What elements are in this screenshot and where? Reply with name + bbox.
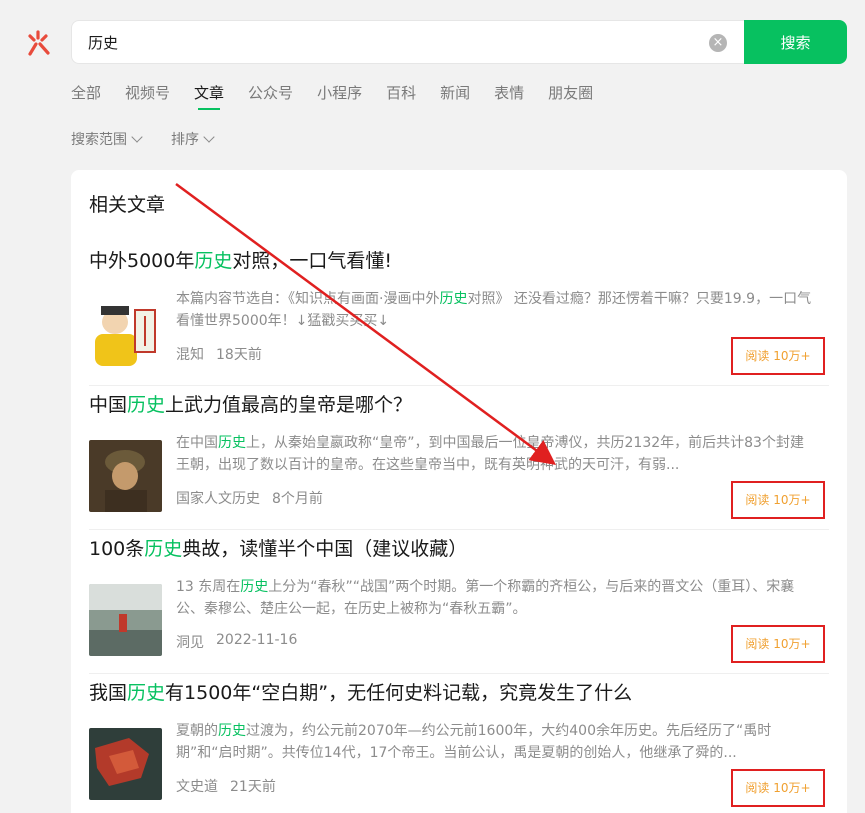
section-title: 相关文章 — [89, 194, 166, 216]
excerpt-text: 夏朝的 — [176, 723, 218, 739]
excerpt-text: 过渡为，约公元前2070年—约公元前1600年，大约400余年历史。先后经历了“… — [176, 723, 772, 761]
article-time: 8个月前 — [272, 491, 323, 507]
excerpt-text: 在中国 — [176, 435, 218, 451]
article-source[interactable]: 混知 — [176, 344, 204, 364]
excerpt-highlight: 历史 — [218, 723, 246, 739]
article-meta: 国家人文历史 8个月前 — [176, 488, 323, 508]
article-source[interactable]: 洞见 — [176, 632, 204, 652]
article-excerpt: 13 东周在历史上分为“春秋”“战国”两个时期。第一个称霸的齐桓公，与后来的晋文… — [176, 576, 816, 620]
search-button[interactable]: 搜索 — [744, 20, 847, 64]
article-meta: 洞见 2022-11-16 — [176, 632, 297, 652]
tab-mini-programs[interactable]: 小程序 — [317, 82, 362, 110]
search-range-label: 搜索范围 — [71, 132, 127, 148]
title-text: 典故，读懂半个中国（建议收藏） — [182, 538, 468, 560]
tab-moments[interactable]: 朋友圈 — [548, 82, 593, 110]
article-item[interactable]: 我国历史有1500年“空白期”，无任何史料记载，究竟发生了什么 夏朝的历史过渡为… — [89, 678, 829, 813]
tab-channels[interactable]: 视频号 — [125, 82, 170, 110]
title-highlight: 历史 — [194, 250, 233, 272]
title-text: 有1500年“空白期”，无任何史料记载，究竟发生了什么 — [165, 682, 633, 704]
read-count-badge: 阅读 10万+ — [731, 769, 825, 807]
title-text: 100条 — [89, 538, 145, 560]
title-text: 上武力值最高的皇帝是哪个？ — [165, 394, 413, 416]
tab-articles[interactable]: 文章 — [194, 82, 224, 110]
excerpt-text: 上，从秦始皇嬴政称“皇帝”，到中国最后一位皇帝溥仪，共历2132年，前后共计83… — [176, 435, 804, 473]
article-excerpt: 在中国历史上，从秦始皇嬴政称“皇帝”，到中国最后一位皇帝溥仪，共历2132年，前… — [176, 432, 816, 476]
title-text: 中国 — [89, 394, 128, 416]
sort-label: 排序 — [171, 132, 199, 148]
article-source[interactable]: 国家人文历史 — [176, 488, 260, 508]
excerpt-highlight: 历史 — [439, 291, 468, 307]
tab-all[interactable]: 全部 — [71, 82, 101, 110]
title-text: 中外5000年 — [89, 250, 195, 272]
article-thumbnail[interactable] — [89, 728, 162, 800]
article-time: 21天前 — [230, 779, 276, 795]
results-panel: 相关文章 中外5000年历史对照，一口气看懂! 本篇内容节选自：《知识点有画面·… — [71, 170, 847, 813]
title-highlight: 历史 — [127, 394, 166, 416]
title-highlight: 历史 — [144, 538, 183, 560]
article-thumbnail[interactable] — [89, 440, 162, 512]
excerpt-text: 13 东周在 — [176, 579, 241, 595]
article-excerpt: 夏朝的历史过渡为，约公元前2070年—约公元前1600年，大约400余年历史。先… — [176, 720, 816, 764]
excerpt-text: 本篇内容节选自：《知识点有画面·漫画中外 — [176, 291, 440, 307]
read-count-badge: 阅读 10万+ — [731, 481, 825, 519]
sort-dropdown[interactable]: 排序 — [171, 129, 215, 149]
article-thumbnail[interactable] — [89, 584, 162, 656]
filter-bar: 搜索范围 排序 — [71, 129, 215, 149]
article-excerpt: 本篇内容节选自：《知识点有画面·漫画中外历史对照》 还没看过瘾？那还愣着干嘛？只… — [176, 288, 816, 332]
excerpt-highlight: 历史 — [240, 579, 269, 595]
tab-encyclopedia[interactable]: 百科 — [386, 82, 416, 110]
search-range-dropdown[interactable]: 搜索范围 — [71, 129, 143, 149]
article-meta: 文史道 21天前 — [176, 776, 276, 796]
category-tabs: 全部 视频号 文章 公众号 小程序 百科 新闻 表情 朋友圈 — [71, 82, 593, 112]
clear-icon[interactable]: × — [709, 34, 727, 52]
title-text: 对照，一口气看懂! — [232, 250, 392, 272]
article-title[interactable]: 100条历史典故，读懂半个中国（建议收藏） — [89, 534, 467, 561]
article-thumbnail[interactable] — [89, 296, 162, 368]
article-time: 18天前 — [216, 347, 262, 363]
article-item[interactable]: 中外5000年历史对照，一口气看懂! 本篇内容节选自：《知识点有画面·漫画中外历… — [89, 246, 829, 386]
tab-stickers[interactable]: 表情 — [494, 82, 524, 110]
article-title[interactable]: 中国历史上武力值最高的皇帝是哪个？ — [89, 390, 412, 417]
search-box: × — [71, 20, 747, 64]
read-count-badge: 阅读 10万+ — [731, 625, 825, 663]
tab-news[interactable]: 新闻 — [440, 82, 470, 110]
wechat-search-logo — [28, 30, 50, 56]
read-count-badge: 阅读 10万+ — [731, 337, 825, 375]
article-meta: 混知 18天前 — [176, 344, 262, 364]
search-input[interactable] — [88, 21, 688, 63]
title-text: 我国 — [89, 682, 128, 704]
chevron-down-icon — [131, 130, 143, 143]
title-highlight: 历史 — [127, 682, 166, 704]
article-item[interactable]: 100条历史典故，读懂半个中国（建议收藏） 13 东周在历史上分为“春秋”“战国… — [89, 534, 829, 674]
article-title[interactable]: 中外5000年历史对照，一口气看懂! — [89, 246, 392, 273]
article-time: 2022-11-16 — [216, 632, 298, 648]
chevron-down-icon — [203, 130, 215, 143]
article-item[interactable]: 中国历史上武力值最高的皇帝是哪个？ 在中国历史上，从秦始皇嬴政称“皇帝”，到中国… — [89, 390, 829, 530]
article-source[interactable]: 文史道 — [176, 776, 218, 796]
excerpt-text: 上分为“春秋”“战国”两个时期。第一个称霸的齐桓公，与后来的晋文公（重耳）、宋襄… — [176, 579, 795, 617]
article-title[interactable]: 我国历史有1500年“空白期”，无任何史料记载，究竟发生了什么 — [89, 678, 632, 705]
excerpt-highlight: 历史 — [218, 435, 246, 451]
tab-official-accounts[interactable]: 公众号 — [248, 82, 293, 110]
